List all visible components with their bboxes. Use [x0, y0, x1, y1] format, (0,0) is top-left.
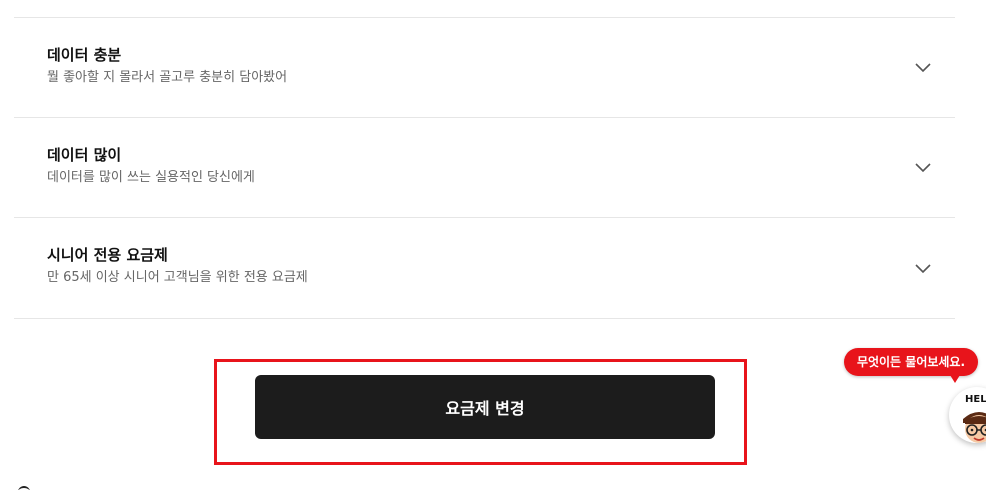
- divider: [14, 318, 955, 319]
- plan-title: 데이터 많이: [47, 146, 122, 164]
- plan-description: 뭘 좋아할 지 몰라서 골고루 충분히 담아봤어: [47, 70, 288, 85]
- help-speech-bubble[interactable]: 무엇이든 물어보세요.: [844, 348, 978, 376]
- chevron-down-icon[interactable]: [914, 62, 932, 74]
- plan-title: 시니어 전용 요금제: [47, 246, 168, 264]
- plan-description: 데이터를 많이 쓰는 실용적인 당신에게: [47, 170, 255, 185]
- plan-item-data-sufficient[interactable]: 데이터 충분 뭘 좋아할 지 몰라서 골고루 충분히 담아봤어: [14, 18, 955, 117]
- help-chatbot-button[interactable]: HEL: [949, 387, 986, 443]
- plan-change-page: 데이터 충분 뭘 좋아할 지 몰라서 골고루 충분히 담아봤어 데이터 많이 데…: [0, 0, 986, 490]
- partial-icon: [18, 486, 30, 490]
- chatbot-character-icon: [963, 412, 986, 443]
- chevron-down-icon[interactable]: [914, 263, 932, 275]
- change-plan-button[interactable]: 요금제 변경: [255, 375, 715, 439]
- help-bubble-tail: [950, 375, 960, 383]
- chevron-down-icon[interactable]: [914, 162, 932, 174]
- plan-item-data-plenty[interactable]: 데이터 많이 데이터를 많이 쓰는 실용적인 당신에게: [14, 118, 955, 217]
- help-avatar-label: HEL: [965, 394, 986, 405]
- plan-description: 만 65세 이상 시니어 고객님을 위한 전용 요금제: [47, 270, 308, 285]
- plan-item-senior[interactable]: 시니어 전용 요금제 만 65세 이상 시니어 고객님을 위한 전용 요금제: [14, 218, 955, 317]
- plan-title: 데이터 충분: [47, 46, 122, 64]
